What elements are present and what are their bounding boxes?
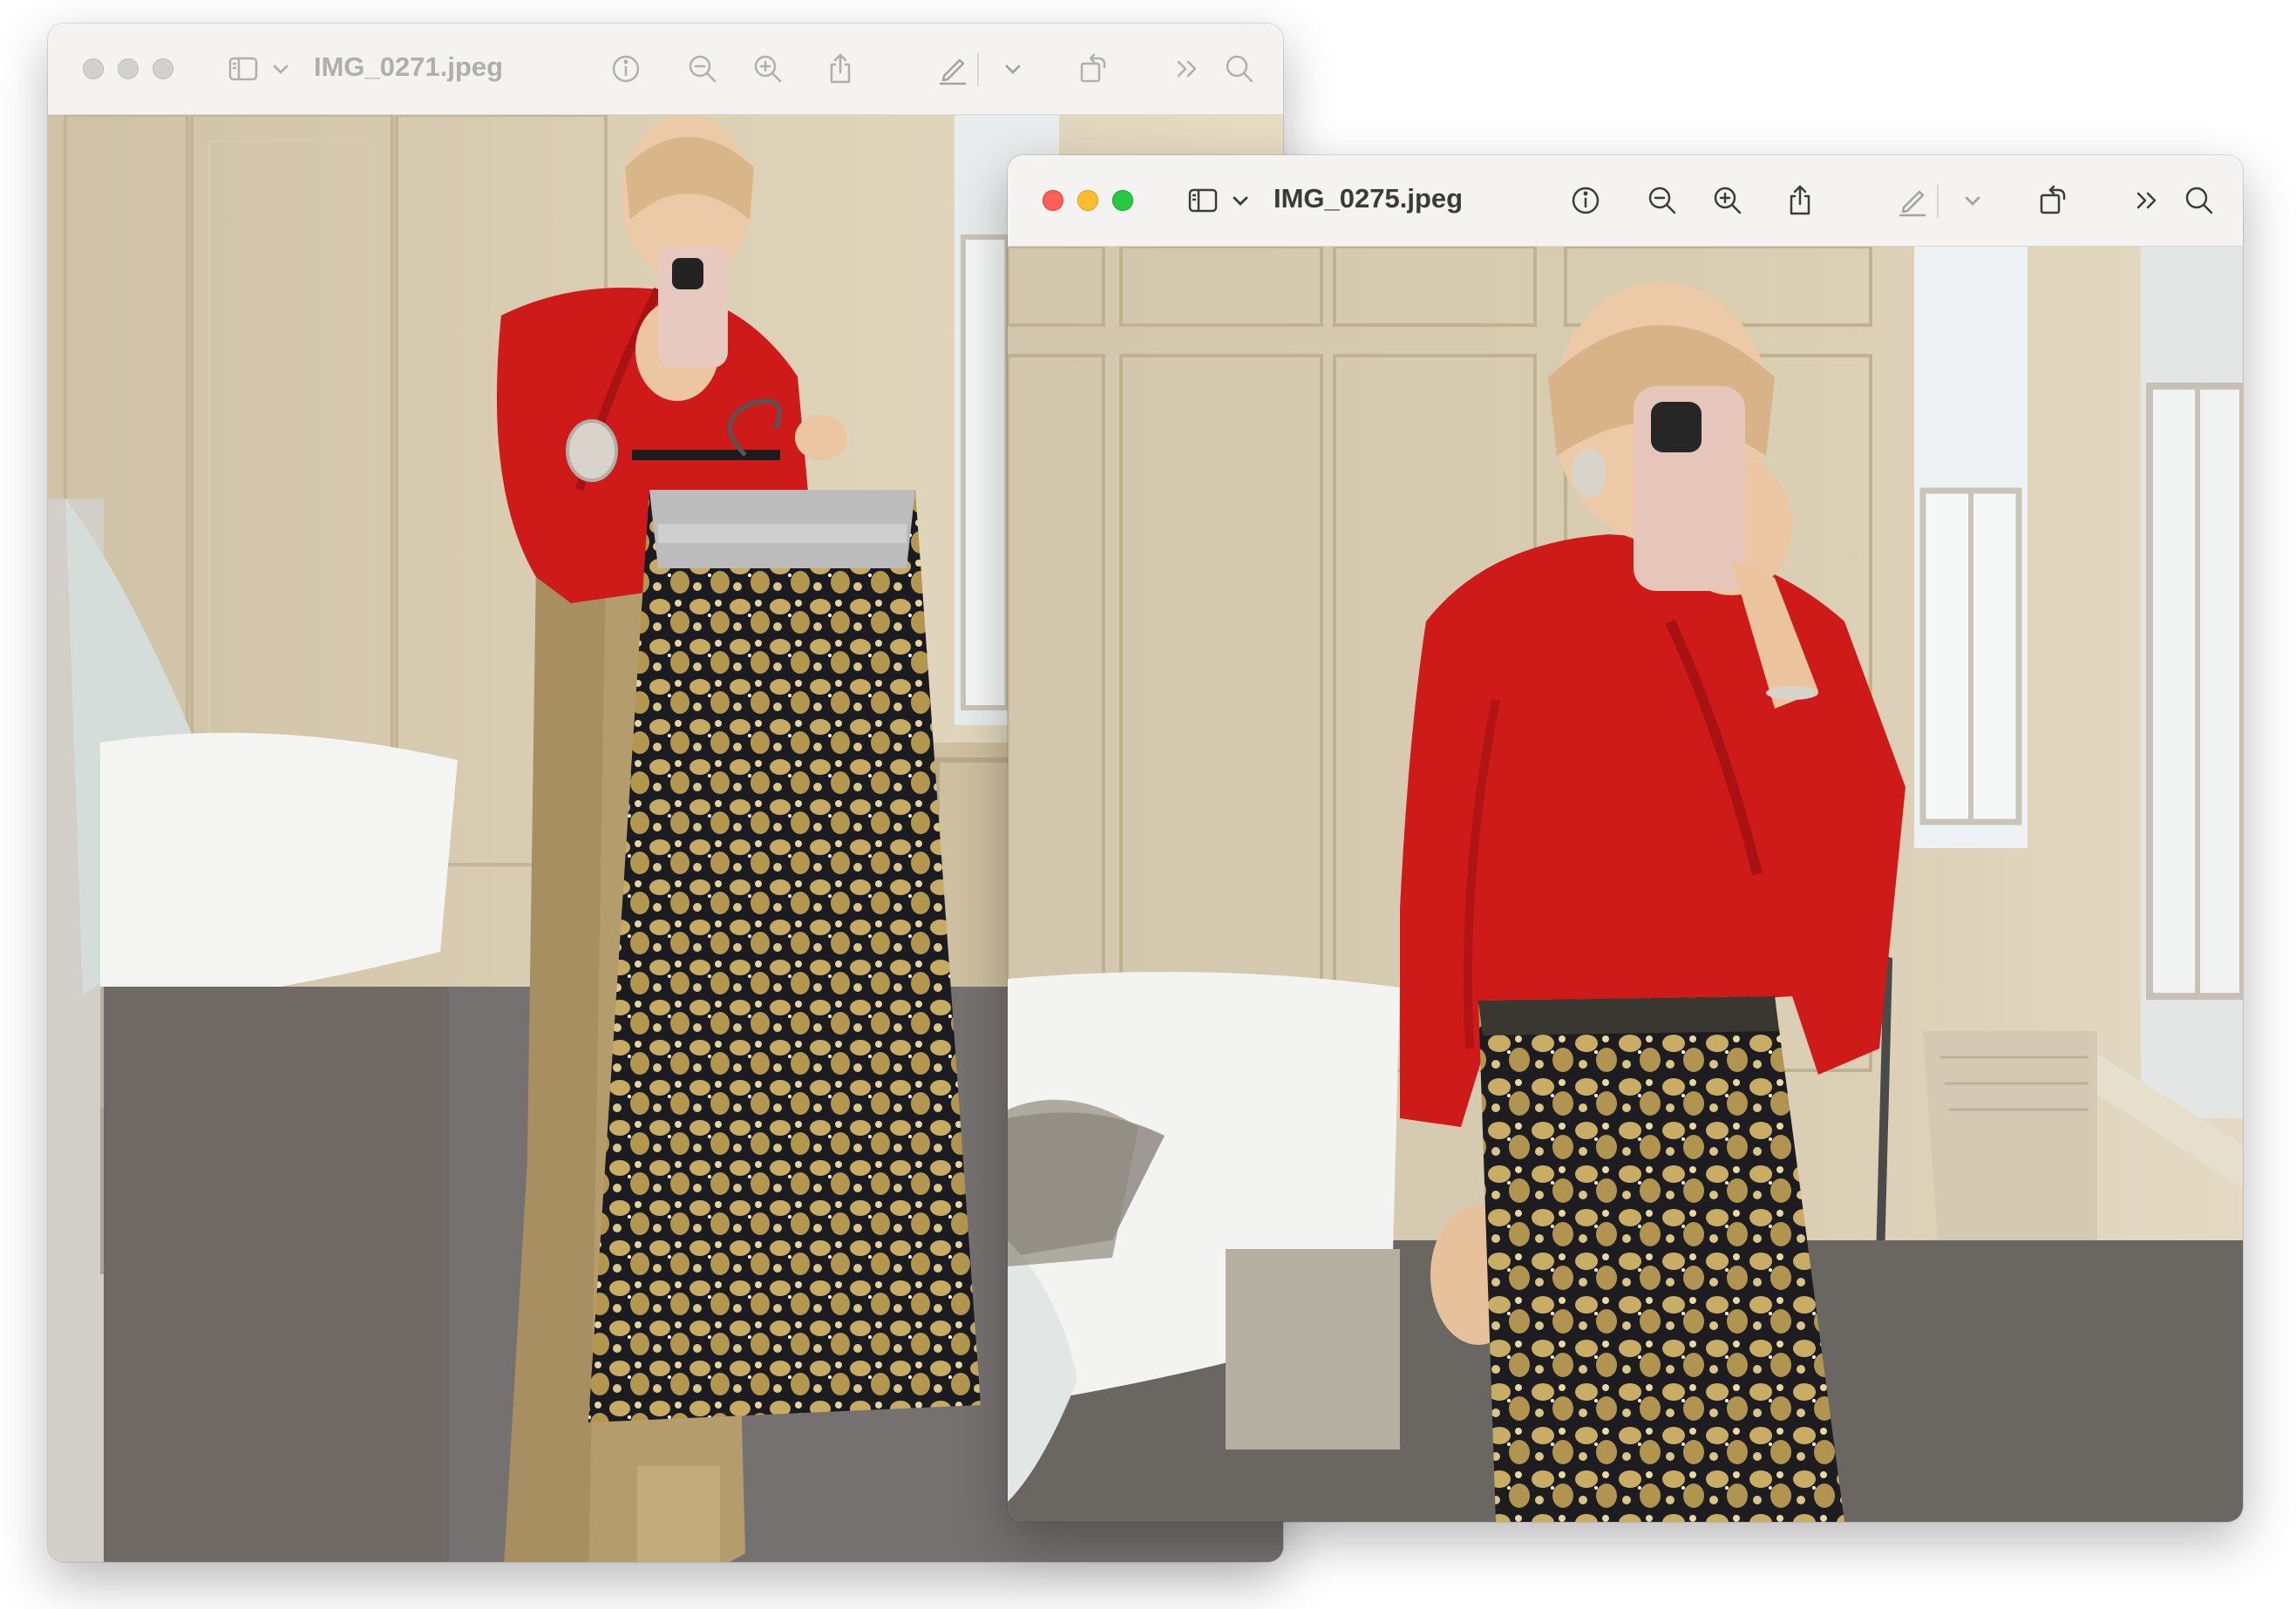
window-titlebar[interactable]: IMG_0271.jpeg xyxy=(48,24,1283,115)
share-icon[interactable] xyxy=(819,48,861,90)
more-chevrons-icon[interactable] xyxy=(2126,180,2168,221)
zoom-out-icon[interactable] xyxy=(1641,180,1683,221)
markup-pen-icon[interactable] xyxy=(1892,180,1933,221)
toolbar-separator xyxy=(1937,185,1939,218)
minimize-button[interactable] xyxy=(1077,190,1098,211)
more-chevrons-icon[interactable] xyxy=(1166,48,1208,90)
sidebar-toggle-icon[interactable] xyxy=(222,48,264,90)
preview-window-front[interactable]: IMG_0275.jpeg xyxy=(1008,155,2243,1522)
zoom-out-icon[interactable] xyxy=(682,48,723,90)
toolbar-separator xyxy=(977,53,979,86)
share-icon[interactable] xyxy=(1779,180,1821,221)
photo-image xyxy=(1008,247,2243,1522)
search-icon[interactable] xyxy=(2178,180,2220,221)
window-titlebar[interactable]: IMG_0275.jpeg xyxy=(1008,155,2243,247)
info-icon[interactable] xyxy=(605,48,647,90)
sidebar-toggle-icon[interactable] xyxy=(1182,180,1224,221)
chevron-down-icon[interactable] xyxy=(1219,180,1261,221)
minimize-button[interactable] xyxy=(118,58,139,79)
maximize-button[interactable] xyxy=(153,58,173,79)
info-icon[interactable] xyxy=(1565,180,1607,221)
close-button[interactable] xyxy=(1043,190,1063,211)
chevron-down-icon[interactable] xyxy=(1952,180,1994,221)
close-button[interactable] xyxy=(83,58,104,79)
markup-pen-icon[interactable] xyxy=(932,48,974,90)
window-title: IMG_0275.jpeg xyxy=(1274,183,1464,214)
search-icon[interactable] xyxy=(1219,48,1260,90)
window-title: IMG_0271.jpeg xyxy=(314,51,504,82)
zoom-in-icon[interactable] xyxy=(1707,180,1749,221)
chevron-down-icon[interactable] xyxy=(992,48,1034,90)
rotate-icon[interactable] xyxy=(2031,180,2073,221)
maximize-button[interactable] xyxy=(1112,190,1133,211)
zoom-in-icon[interactable] xyxy=(747,48,789,90)
rotate-icon[interactable] xyxy=(1071,48,1113,90)
chevron-down-icon[interactable] xyxy=(260,48,302,90)
photo-view[interactable] xyxy=(1008,247,2243,1522)
